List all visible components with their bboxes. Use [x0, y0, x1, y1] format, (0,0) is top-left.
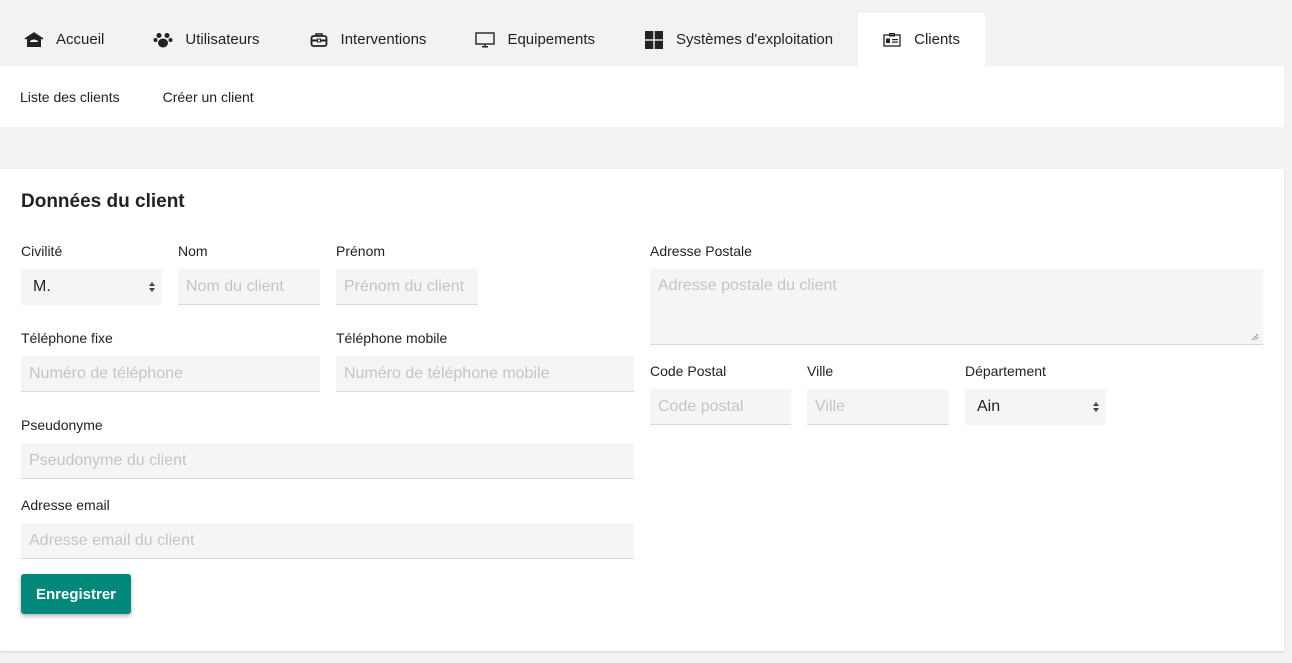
civilite-value: M. [33, 278, 51, 295]
pseudo-input[interactable] [21, 443, 634, 479]
clients-list-link[interactable]: Liste des clients [20, 89, 120, 105]
departement-label: Département [965, 363, 1046, 379]
tab-accueil[interactable]: Accueil [0, 13, 129, 66]
adresse-textarea[interactable] [650, 269, 1263, 345]
code-postal-label: Code Postal [650, 363, 727, 379]
nom-input[interactable] [178, 269, 320, 305]
ville-input[interactable] [807, 389, 949, 425]
select-arrows-icon [1093, 402, 1099, 412]
civilite-select[interactable]: M. [21, 269, 162, 305]
form-title: Données du client [21, 191, 185, 212]
email-label: Adresse email [21, 497, 110, 513]
tab-label: Interventions [340, 31, 427, 48]
nom-label: Nom [178, 243, 208, 259]
users-icon [153, 31, 173, 49]
select-arrows-icon [149, 282, 155, 292]
main-tabs: Accueil Utilisateurs Interventions Equip… [0, 13, 1292, 66]
email-input[interactable] [21, 523, 634, 559]
home-icon [24, 31, 44, 49]
client-form-card: Données du client Civilité M. Nom Prénom… [0, 169, 1284, 651]
tel-fixe-label: Téléphone fixe [21, 330, 113, 346]
windows-icon [644, 30, 664, 49]
tab-label: Clients [914, 31, 960, 48]
departement-select[interactable]: Ain [965, 389, 1106, 425]
tab-label: Utilisateurs [185, 31, 260, 48]
save-button[interactable]: Enregistrer [21, 574, 131, 614]
sub-navigation: Liste des clients Créer un client [0, 66, 1284, 127]
toolbox-icon [309, 31, 329, 49]
tab-label: Systèmes d'exploitation [676, 31, 834, 48]
tab-utilisateurs[interactable]: Utilisateurs [129, 13, 284, 66]
adresse-label: Adresse Postale [650, 243, 752, 259]
civilite-label: Civilité [21, 243, 63, 259]
prenom-input[interactable] [336, 269, 478, 305]
monitor-icon [475, 31, 496, 49]
tab-clients[interactable]: Clients [858, 13, 985, 66]
ville-label: Ville [807, 363, 834, 379]
create-client-link[interactable]: Créer un client [163, 89, 254, 105]
departement-value: Ain [977, 398, 1001, 415]
tab-equipements[interactable]: Equipements [451, 13, 620, 66]
tab-interventions[interactable]: Interventions [285, 13, 452, 66]
tab-systemes[interactable]: Systèmes d'exploitation [620, 13, 858, 66]
prenom-label: Prénom [336, 243, 386, 259]
id-card-icon [882, 31, 902, 49]
tab-label: Accueil [56, 31, 105, 48]
tel-mobile-label: Téléphone mobile [336, 330, 448, 346]
tel-fixe-input[interactable] [21, 356, 320, 392]
pseudo-label: Pseudonyme [21, 417, 103, 433]
tab-label: Equipements [507, 31, 595, 48]
tel-mobile-input[interactable] [336, 356, 634, 392]
resize-grip-icon[interactable] [1251, 333, 1259, 341]
code-postal-input[interactable] [650, 389, 791, 425]
